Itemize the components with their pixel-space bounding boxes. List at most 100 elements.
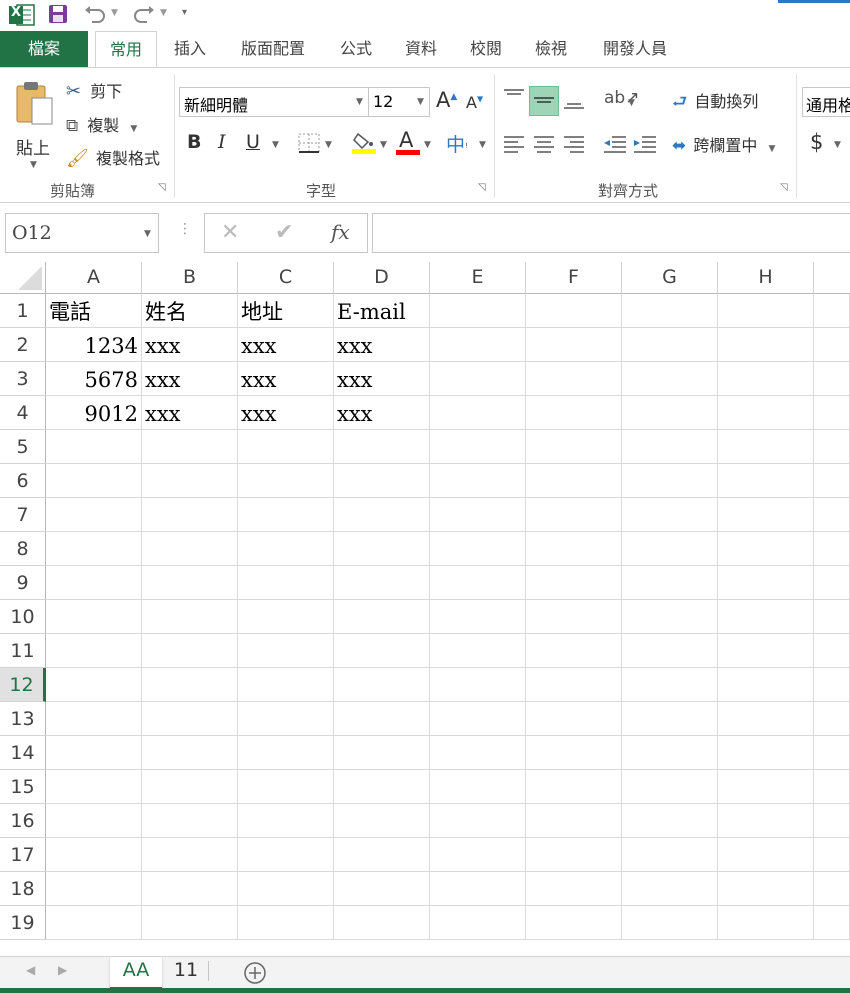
cell-f5[interactable] xyxy=(526,430,622,464)
copy-button[interactable]: ⧉ 複製 ▼ xyxy=(66,112,137,136)
cell-g4[interactable] xyxy=(622,396,718,430)
cell-d1[interactable]: E-mail xyxy=(334,294,430,328)
cell-b18[interactable] xyxy=(142,872,238,906)
cell-f4[interactable] xyxy=(526,396,622,430)
cell-i13[interactable] xyxy=(814,702,850,736)
cell-c17[interactable] xyxy=(238,838,334,872)
font-name-dropdown-icon[interactable]: ▼ xyxy=(356,97,363,107)
cell-c2[interactable]: xxx xyxy=(238,328,334,362)
name-box-dropdown-icon[interactable]: ▼ xyxy=(144,229,151,239)
tab-home[interactable]: 常用 xyxy=(95,31,157,68)
cell-b6[interactable] xyxy=(142,464,238,498)
column-header-h[interactable]: H xyxy=(718,262,814,294)
cell-f18[interactable] xyxy=(526,872,622,906)
cell-b10[interactable] xyxy=(142,600,238,634)
tab-review[interactable]: 校閱 xyxy=(459,31,513,67)
cell-h2[interactable] xyxy=(718,328,814,362)
underline-button[interactable]: U xyxy=(246,131,260,153)
cell-e14[interactable] xyxy=(430,736,526,770)
cell-f2[interactable] xyxy=(526,328,622,362)
cell-i4[interactable] xyxy=(814,396,850,430)
cell-h8[interactable] xyxy=(718,532,814,566)
cell-g5[interactable] xyxy=(622,430,718,464)
cell-a9[interactable] xyxy=(46,566,142,600)
cell-d6[interactable] xyxy=(334,464,430,498)
row-header-4[interactable]: 4 xyxy=(0,396,46,430)
phonetic-guide-icon[interactable]: 中ꜝ xyxy=(446,130,468,157)
cell-c10[interactable] xyxy=(238,600,334,634)
decrease-indent-icon[interactable] xyxy=(602,132,628,160)
cell-b3[interactable]: xxx xyxy=(142,362,238,396)
confirm-entry-icon[interactable]: ✔ xyxy=(275,220,293,245)
cell-g18[interactable] xyxy=(622,872,718,906)
cell-e8[interactable] xyxy=(430,532,526,566)
cell-f16[interactable] xyxy=(526,804,622,838)
align-center-icon[interactable] xyxy=(532,132,556,160)
align-bottom-icon[interactable] xyxy=(562,86,586,118)
cell-h9[interactable] xyxy=(718,566,814,600)
tab-page-layout[interactable]: 版面配置 xyxy=(228,31,318,67)
cell-g15[interactable] xyxy=(622,770,718,804)
cell-e1[interactable] xyxy=(430,294,526,328)
cell-f17[interactable] xyxy=(526,838,622,872)
cell-a11[interactable] xyxy=(46,634,142,668)
column-header-e[interactable]: E xyxy=(430,262,526,294)
cell-a14[interactable] xyxy=(46,736,142,770)
cell-h15[interactable] xyxy=(718,770,814,804)
cell-i17[interactable] xyxy=(814,838,850,872)
borders-icon[interactable] xyxy=(298,133,320,157)
cell-a6[interactable] xyxy=(46,464,142,498)
cell-e12[interactable] xyxy=(430,668,526,702)
cell-g17[interactable] xyxy=(622,838,718,872)
font-color-icon[interactable]: A xyxy=(396,128,420,156)
align-left-icon[interactable] xyxy=(502,132,526,160)
cell-f12[interactable] xyxy=(526,668,622,702)
underline-dropdown-icon[interactable]: ▼ xyxy=(272,140,279,150)
cell-h11[interactable] xyxy=(718,634,814,668)
cell-e2[interactable] xyxy=(430,328,526,362)
cell-e9[interactable] xyxy=(430,566,526,600)
row-header-8[interactable]: 8 xyxy=(0,532,46,566)
cell-d15[interactable] xyxy=(334,770,430,804)
cell-e5[interactable] xyxy=(430,430,526,464)
scroll-sheets-left-icon[interactable]: ◀ xyxy=(26,963,35,977)
cell-d14[interactable] xyxy=(334,736,430,770)
cell-f9[interactable] xyxy=(526,566,622,600)
font-size-dropdown-icon[interactable]: ▼ xyxy=(417,97,424,107)
row-header-6[interactable]: 6 xyxy=(0,464,46,498)
row-header-14[interactable]: 14 xyxy=(0,736,46,770)
cell-e11[interactable] xyxy=(430,634,526,668)
cell-f11[interactable] xyxy=(526,634,622,668)
tab-insert[interactable]: 插入 xyxy=(163,31,217,67)
cell-a1[interactable]: 電話 xyxy=(46,294,142,328)
number-format-combo[interactable]: 通用格式 xyxy=(802,87,850,117)
decrease-font-size-icon[interactable]: A▼ xyxy=(466,93,483,112)
cell-e7[interactable] xyxy=(430,498,526,532)
undo-dropdown-icon[interactable]: ▼ xyxy=(111,8,118,18)
cell-h4[interactable] xyxy=(718,396,814,430)
increase-font-size-icon[interactable]: A▲ xyxy=(436,88,457,112)
paste-button[interactable]: 貼上 ▼ xyxy=(10,76,56,176)
scroll-sheets-right-icon[interactable]: ▶ xyxy=(58,963,67,977)
cell-f19[interactable] xyxy=(526,906,622,940)
redo-icon[interactable] xyxy=(133,4,155,28)
cell-f6[interactable] xyxy=(526,464,622,498)
cell-g8[interactable] xyxy=(622,532,718,566)
font-size-combo[interactable]: 12 ▼ xyxy=(368,87,430,117)
cell-i6[interactable] xyxy=(814,464,850,498)
cell-b8[interactable] xyxy=(142,532,238,566)
cell-d13[interactable] xyxy=(334,702,430,736)
cell-i7[interactable] xyxy=(814,498,850,532)
cell-c9[interactable] xyxy=(238,566,334,600)
cell-f3[interactable] xyxy=(526,362,622,396)
tab-data[interactable]: 資料 xyxy=(394,31,448,67)
cell-h17[interactable] xyxy=(718,838,814,872)
cell-e10[interactable] xyxy=(430,600,526,634)
cell-a17[interactable] xyxy=(46,838,142,872)
cell-i14[interactable] xyxy=(814,736,850,770)
tab-formulas[interactable]: 公式 xyxy=(328,31,384,67)
formula-bar-grip-icon[interactable]: ⋮ xyxy=(178,221,192,237)
cancel-entry-icon[interactable]: ✕ xyxy=(221,220,239,245)
row-header-10[interactable]: 10 xyxy=(0,600,46,634)
cell-c11[interactable] xyxy=(238,634,334,668)
